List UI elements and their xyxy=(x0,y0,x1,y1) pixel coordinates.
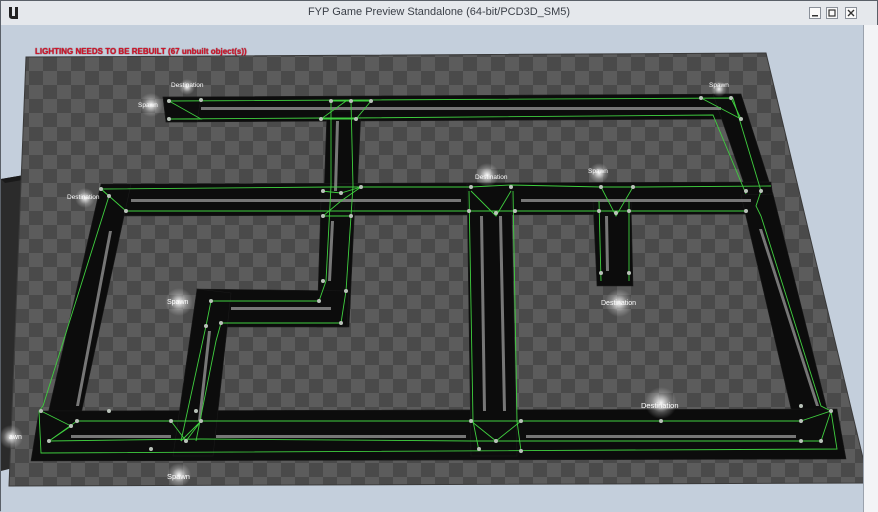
game-window: FYP Game Preview Standalone (64-bit/PCD3… xyxy=(0,0,878,512)
destination-label: Destination xyxy=(171,82,204,89)
maximize-icon[interactable] xyxy=(826,7,838,19)
window-title: FYP Game Preview Standalone (64-bit/PCD3… xyxy=(307,6,571,18)
spawn-label: Spawn xyxy=(709,82,729,89)
close-icon[interactable] xyxy=(845,7,857,19)
spawn-label: Spawn xyxy=(167,472,190,481)
level-scene: Destination Spawn Spawn Destination Dest… xyxy=(1,25,869,512)
title-bar[interactable]: FYP Game Preview Standalone (64-bit/PCD3… xyxy=(1,1,877,26)
editor-side-panel xyxy=(863,25,878,512)
spawn-label: Spawn xyxy=(588,168,608,175)
minimize-icon[interactable] xyxy=(809,7,821,19)
spawn-label: Spawn xyxy=(167,299,189,306)
game-viewport[interactable]: Destination Spawn Spawn Destination Dest… xyxy=(1,25,869,512)
destination-label: Destination xyxy=(475,174,508,181)
destination-label: Destination xyxy=(67,194,100,201)
spawn-label: awn xyxy=(9,434,22,441)
spawn-label: Spawn xyxy=(138,102,158,109)
destination-label: Destination xyxy=(641,401,679,410)
lighting-warning: LIGHTING NEEDS TO BE REBUILT (67 unbuilt… xyxy=(35,47,247,56)
destination-label: Destination xyxy=(601,300,636,307)
